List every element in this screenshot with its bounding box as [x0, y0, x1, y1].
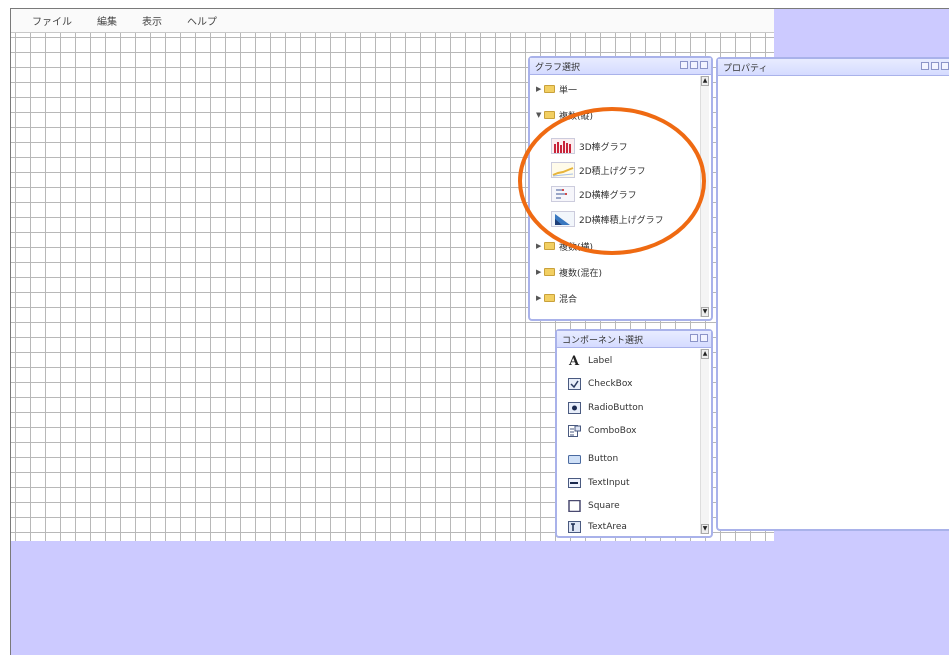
- close-icon[interactable]: [700, 61, 708, 69]
- tree-category-multi-mixed[interactable]: ▶ 複数(混在): [536, 265, 602, 279]
- graph-item-2d-horizontal-bar[interactable]: 2D横棒グラフ: [551, 184, 637, 204]
- component-select-panel: コンポーネント選択 A Label CheckBox RadioButton C…: [555, 329, 713, 538]
- graph-item-label: 2D横棒グラフ: [579, 190, 637, 201]
- component-item-textinput[interactable]: TextInput: [567, 473, 630, 493]
- radio-button-icon: [567, 402, 581, 414]
- graph-item-label: 3D棒グラフ: [579, 142, 628, 153]
- component-panel-title: コンポーネント選択: [562, 336, 644, 346]
- menu-help[interactable]: ヘルプ: [187, 13, 217, 28]
- category-label: 複数(混在): [559, 268, 603, 279]
- component-item-button[interactable]: Button: [567, 449, 618, 469]
- component-label: Button: [588, 454, 619, 464]
- minimize-icon[interactable]: [921, 62, 929, 70]
- graph-panel-header[interactable]: グラフ選択: [530, 58, 711, 75]
- menu-view[interactable]: 表示: [142, 13, 162, 28]
- graph-panel-title: グラフ選択: [535, 63, 581, 73]
- component-label: RadioButton: [588, 403, 644, 413]
- folder-icon: [544, 268, 555, 276]
- tree-category-multi-vertical[interactable]: ▼ 複数(縦): [536, 108, 593, 122]
- 2d-horizontal-bar-chart-icon: [551, 186, 575, 202]
- scroll-up-icon[interactable]: ▲: [701, 349, 709, 359]
- scroll-down-icon[interactable]: ▼: [701, 307, 709, 317]
- app-window: ファイル 編集 表示 ヘルプ グラフ選択 ▶ 単一 ▼ 複数(縦) 3D棒グラフ…: [0, 0, 949, 655]
- 2d-stacked-chart-icon: [551, 162, 575, 178]
- category-label: 単一: [559, 85, 578, 96]
- button-icon: [567, 453, 581, 465]
- graph-item-3d-bar[interactable]: 3D棒グラフ: [551, 136, 628, 156]
- scroll-up-icon[interactable]: ▲: [701, 76, 709, 86]
- tree-category-combined[interactable]: ▶ 混合: [536, 291, 577, 305]
- component-item-label[interactable]: A Label: [567, 351, 612, 371]
- expand-arrow-icon[interactable]: ▶: [536, 242, 544, 250]
- component-label: Label: [588, 356, 613, 366]
- square-icon: [567, 500, 581, 512]
- properties-panel-title: プロパティ: [723, 64, 768, 74]
- component-label: CheckBox: [588, 379, 633, 389]
- component-panel-header[interactable]: コンポーネント選択: [557, 331, 711, 348]
- close-icon[interactable]: [941, 62, 949, 70]
- component-label: TextArea: [588, 522, 627, 532]
- component-label: Square: [588, 501, 620, 511]
- category-label: 混合: [559, 294, 578, 305]
- graph-panel-scrollbar[interactable]: ▲ ▼: [700, 76, 709, 317]
- category-label: 複数(横): [559, 242, 594, 253]
- component-item-combobox[interactable]: ComboBox: [567, 421, 637, 441]
- folder-icon: [544, 85, 555, 93]
- text-area-icon: [567, 521, 581, 533]
- minimize-icon[interactable]: [690, 334, 698, 342]
- maximize-icon[interactable]: [931, 62, 939, 70]
- graph-item-2d-horizontal-stacked[interactable]: 2D横棒積上げグラフ: [551, 209, 664, 229]
- component-label: ComboBox: [588, 426, 637, 436]
- component-item-checkbox[interactable]: CheckBox: [567, 374, 632, 394]
- graph-item-2d-stacked[interactable]: 2D積上げグラフ: [551, 160, 646, 180]
- graph-item-label: 2D積上げグラフ: [579, 166, 646, 177]
- minimize-icon[interactable]: [680, 61, 688, 69]
- category-label: 複数(縦): [559, 111, 594, 122]
- 3d-bar-chart-icon: [551, 138, 575, 154]
- folder-icon: [544, 294, 555, 302]
- properties-panel-header[interactable]: プロパティ: [718, 59, 949, 76]
- menu-edit[interactable]: 編集: [97, 13, 117, 28]
- component-item-textarea[interactable]: TextArea: [567, 517, 627, 537]
- menu-file[interactable]: ファイル: [32, 13, 72, 28]
- component-item-square[interactable]: Square: [567, 496, 620, 516]
- expand-arrow-icon[interactable]: ▶: [536, 268, 544, 276]
- collapse-arrow-icon[interactable]: ▼: [536, 111, 544, 119]
- folder-open-icon: [544, 111, 555, 119]
- close-icon[interactable]: [700, 334, 708, 342]
- component-label: TextInput: [588, 478, 630, 488]
- menu-bar: ファイル 編集 表示 ヘルプ: [11, 9, 774, 33]
- graph-item-label: 2D横棒積上げグラフ: [579, 215, 664, 226]
- expand-arrow-icon[interactable]: ▶: [536, 85, 544, 93]
- checkbox-icon: [567, 378, 581, 390]
- scroll-down-icon[interactable]: ▼: [701, 524, 709, 534]
- component-panel-scrollbar[interactable]: ▲ ▼: [700, 349, 709, 534]
- tree-category-multi-horizontal[interactable]: ▶ 複数(横): [536, 239, 593, 253]
- text-input-icon: [567, 477, 581, 489]
- label-a-icon: A: [568, 353, 580, 369]
- expand-arrow-icon[interactable]: ▶: [536, 294, 544, 302]
- properties-panel: プロパティ: [716, 57, 949, 531]
- folder-icon: [544, 242, 555, 250]
- maximize-icon[interactable]: [690, 61, 698, 69]
- combobox-icon: [567, 425, 581, 437]
- tree-category-single[interactable]: ▶ 単一: [536, 82, 577, 96]
- 2d-horizontal-stacked-chart-icon: [551, 211, 575, 227]
- component-item-radiobutton[interactable]: RadioButton: [567, 398, 643, 418]
- graph-select-panel: グラフ選択 ▶ 単一 ▼ 複数(縦) 3D棒グラフ 2D積上げグラフ 2D横棒グ…: [528, 56, 713, 321]
